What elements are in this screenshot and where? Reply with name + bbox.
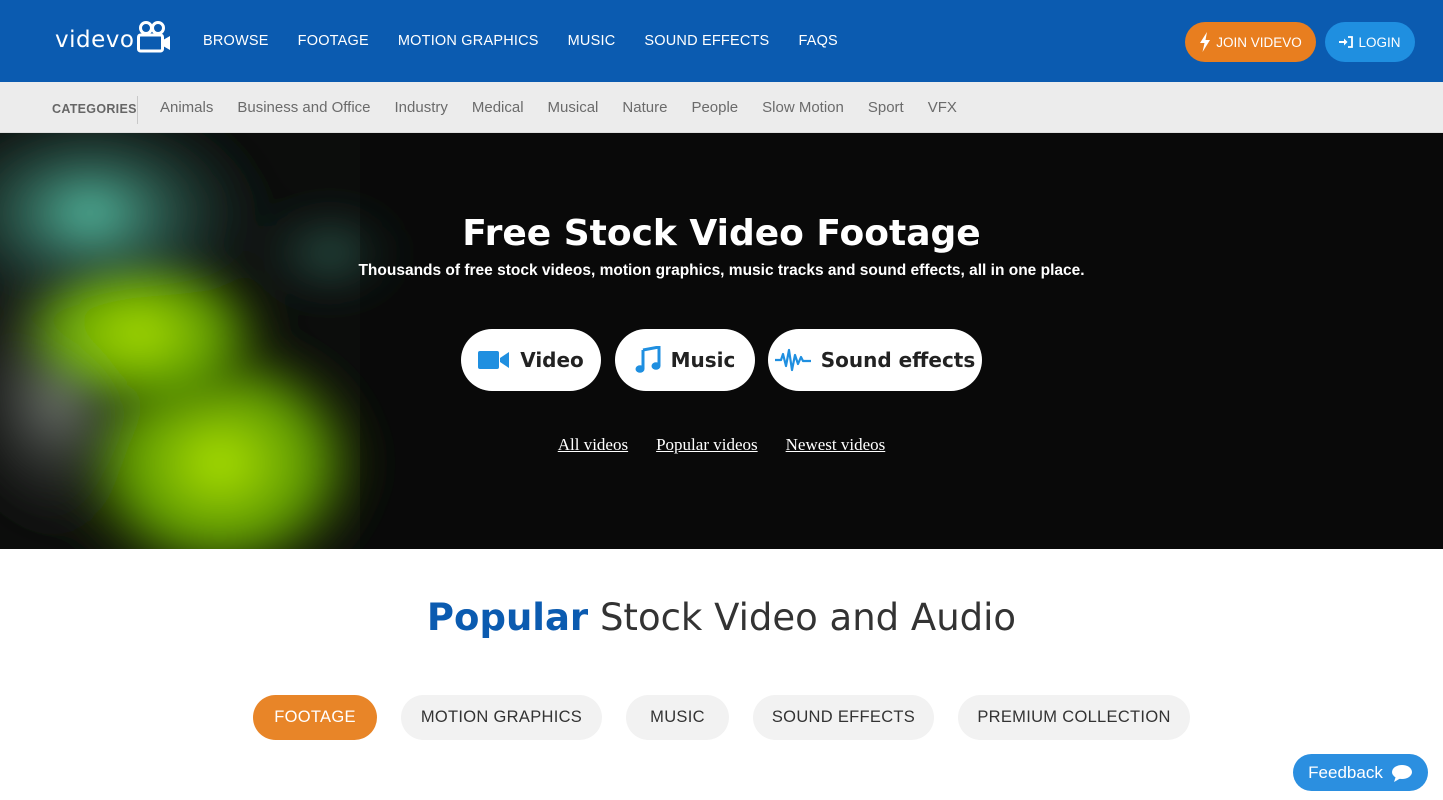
nav-music[interactable]: MUSIC <box>568 33 616 49</box>
sound-effects-button[interactable]: Sound effects <box>768 329 982 391</box>
all-videos-link[interactable]: All videos <box>558 435 628 455</box>
category-animals[interactable]: Animals <box>160 99 213 116</box>
tab-music[interactable]: MUSIC <box>626 695 729 740</box>
videvo-logo[interactable]: videvo <box>55 20 171 60</box>
chat-bubble-icon <box>1391 764 1412 782</box>
lightning-icon <box>1200 32 1211 52</box>
join-videvo-button[interactable]: JOIN VIDEVO <box>1185 22 1316 62</box>
hero-subtitle: Thousands of free stock videos, motion g… <box>358 262 1085 279</box>
category-medical[interactable]: Medical <box>472 99 524 116</box>
login-label: LOGIN <box>1358 34 1401 50</box>
category-business-and-office[interactable]: Business and Office <box>237 99 370 116</box>
tab-footage[interactable]: FOOTAGE <box>253 695 377 740</box>
popular-heading-rest: Stock Video and Audio <box>588 596 1017 639</box>
category-industry[interactable]: Industry <box>395 99 448 116</box>
popular-videos-link[interactable]: Popular videos <box>656 435 758 455</box>
sound-wave-icon <box>774 348 811 372</box>
nav-footage[interactable]: FOOTAGE <box>298 33 369 49</box>
hero-links: All videos Popular videos Newest videos <box>0 435 1443 455</box>
popular-heading-highlight: Popular <box>426 596 589 639</box>
categories-divider <box>137 96 138 124</box>
category-sport[interactable]: Sport <box>868 99 904 116</box>
music-button[interactable]: Music <box>615 329 755 391</box>
category-people[interactable]: People <box>691 99 738 116</box>
nav-browse[interactable]: BROWSE <box>203 33 269 49</box>
login-button[interactable]: LOGIN <box>1325 22 1415 62</box>
feedback-label: Feedback <box>1308 762 1383 782</box>
category-musical[interactable]: Musical <box>548 99 599 116</box>
nav-faqs[interactable]: FAQS <box>798 33 837 49</box>
camera-logo-icon <box>137 21 171 53</box>
nav-motion-graphics[interactable]: MOTION GRAPHICS <box>398 33 539 49</box>
hero-banner: Free Stock Video Footage Thousands of fr… <box>0 133 1443 549</box>
categories-label: CATEGORIES <box>52 102 137 116</box>
video-button-label: Video <box>520 348 584 372</box>
nav-sound-effects[interactable]: SOUND EFFECTS <box>644 33 769 49</box>
tab-motion-graphics[interactable]: MOTION GRAPHICS <box>401 695 602 740</box>
video-button[interactable]: Video <box>461 329 601 391</box>
category-vfx[interactable]: VFX <box>928 99 957 116</box>
tab-premium-collection[interactable]: PREMIUM COLLECTION <box>958 695 1190 740</box>
logo-text: videvo <box>55 27 135 53</box>
popular-heading: Popular Stock Video and Audio <box>0 596 1443 639</box>
category-slow-motion[interactable]: Slow Motion <box>762 99 844 116</box>
hero-title: Free Stock Video Footage <box>462 213 981 254</box>
music-note-icon <box>635 346 661 373</box>
newest-videos-link[interactable]: Newest videos <box>786 435 886 455</box>
join-label: JOIN VIDEVO <box>1216 34 1302 50</box>
feedback-button[interactable]: Feedback <box>1293 754 1428 791</box>
categories-bar: CATEGORIES Animals Business and Office I… <box>0 82 1443 133</box>
tab-sound-effects[interactable]: SOUND EFFECTS <box>753 695 934 740</box>
top-navbar: videvo BROWSE FOOTAGE MOTION GRAPHICS MU… <box>0 0 1443 82</box>
login-icon <box>1339 36 1354 48</box>
main-nav: BROWSE FOOTAGE MOTION GRAPHICS MUSIC SOU… <box>203 0 867 82</box>
sound-effects-button-label: Sound effects <box>820 348 976 372</box>
music-button-label: Music <box>670 348 736 372</box>
video-camera-icon <box>478 351 510 369</box>
categories-list: Animals Business and Office Industry Med… <box>160 82 981 133</box>
category-nature[interactable]: Nature <box>622 99 667 116</box>
